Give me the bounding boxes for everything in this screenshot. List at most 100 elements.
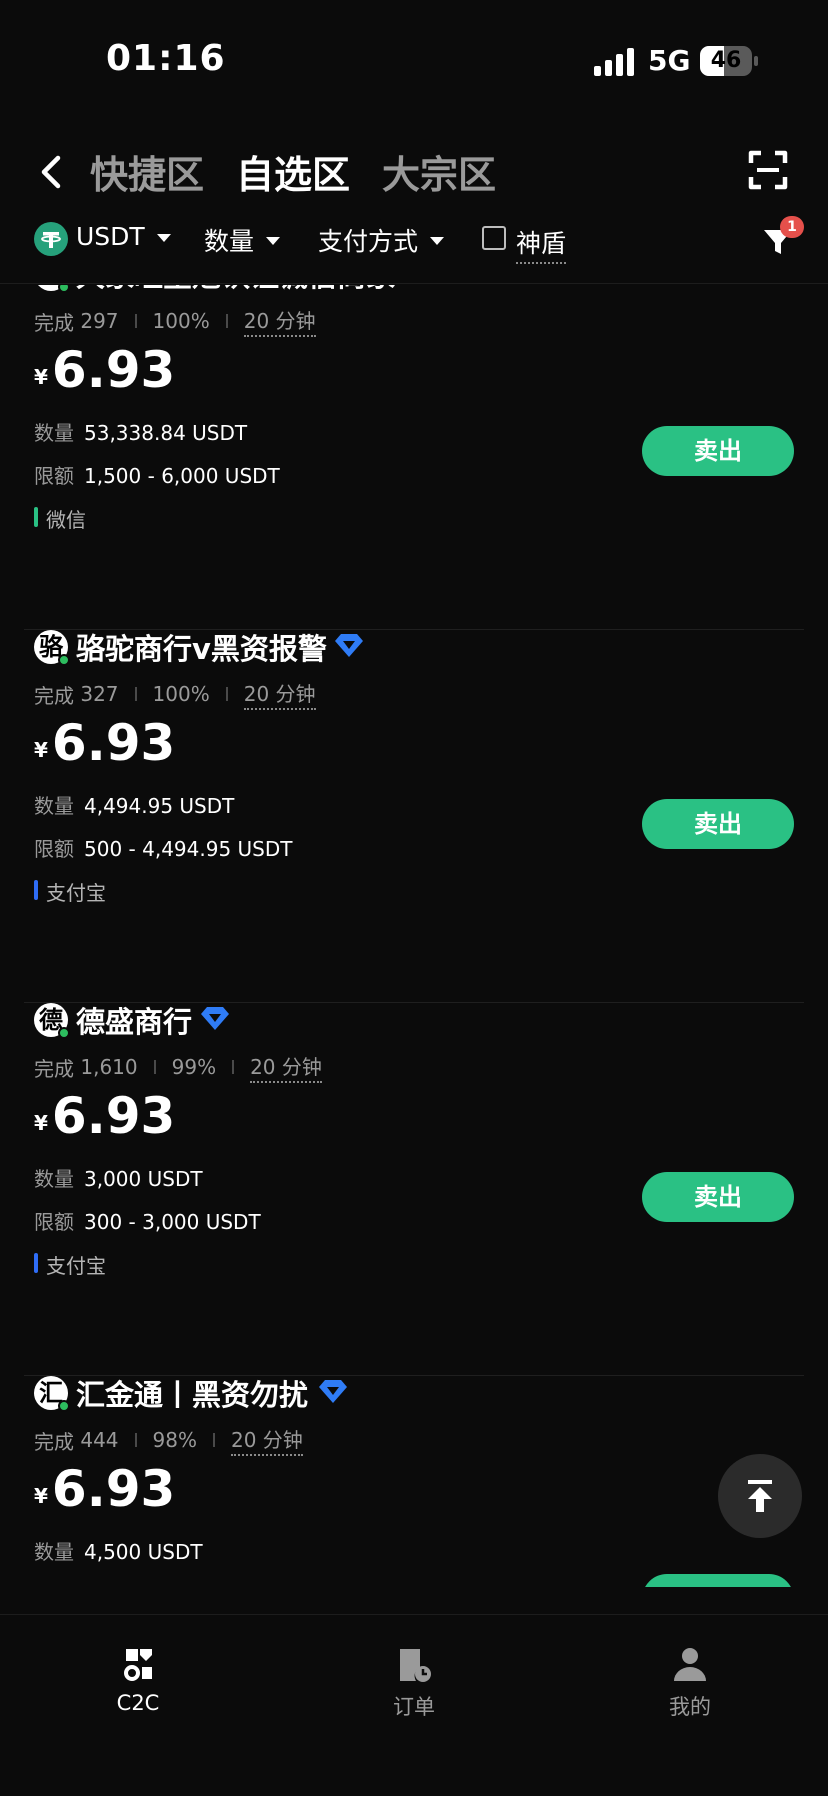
coin-selector[interactable]: USDT bbox=[76, 222, 171, 251]
payment-time[interactable]: 20 分钟 bbox=[243, 678, 316, 710]
nav-c2c[interactable]: C2C bbox=[68, 1645, 208, 1715]
quantity-row: 数量 4,500 USDT bbox=[34, 1536, 203, 1565]
battery-icon: 46 bbox=[700, 46, 758, 76]
quantity-value: 3,000 USDT bbox=[84, 1167, 203, 1191]
tab-quick[interactable]: 快捷区 bbox=[90, 144, 204, 199]
sell-button[interactable]: 卖出 bbox=[642, 799, 794, 849]
payment-color-bar bbox=[34, 1253, 38, 1273]
quantity-row: 数量 4,494.95 USDT bbox=[34, 790, 234, 819]
coin-label: USDT bbox=[76, 222, 145, 251]
payment-filter-label: 支付方式 bbox=[318, 227, 419, 256]
payment-method: 支付宝 bbox=[34, 1250, 106, 1279]
completion-rate: 100% bbox=[152, 682, 210, 706]
limit-label: 限额 bbox=[34, 464, 74, 488]
price: ¥ 6.93 bbox=[34, 714, 175, 772]
amount-filter[interactable]: 数量 bbox=[204, 222, 281, 258]
online-indicator bbox=[58, 285, 70, 293]
nav-profile[interactable]: 我的 bbox=[620, 1645, 760, 1721]
filter-count-badge: 1 bbox=[780, 216, 804, 238]
completed-label: 完成 bbox=[34, 310, 74, 335]
completed-count: 444 bbox=[80, 1428, 119, 1452]
payment-method-label: 微信 bbox=[46, 508, 86, 532]
payment-method-label: 支付宝 bbox=[46, 1254, 106, 1278]
limit-row: 限额 1,500 - 6,000 USDT bbox=[34, 460, 280, 489]
payment-time[interactable]: 20 分钟 bbox=[243, 305, 316, 337]
price: ¥ 6.93 bbox=[34, 1087, 175, 1145]
completed-count: 1,610 bbox=[80, 1055, 138, 1079]
merchant-stats: 完成 297 100% 20 分钟 bbox=[34, 305, 316, 337]
tab-bulk[interactable]: 大宗区 bbox=[382, 144, 496, 199]
quantity-row: 数量 53,338.84 USDT bbox=[34, 417, 247, 446]
back-arrow-icon[interactable] bbox=[32, 150, 72, 194]
nav-orders[interactable]: 订单 bbox=[344, 1645, 484, 1721]
payment-method-label: 支付宝 bbox=[46, 881, 106, 905]
profile-icon bbox=[674, 1648, 706, 1681]
nav-label: C2C bbox=[116, 1691, 160, 1715]
sell-button[interactable]: 卖出 bbox=[642, 426, 794, 476]
nav-label: 我的 bbox=[669, 1695, 711, 1719]
bottom-nav: C2C 订单 我的 bbox=[0, 1614, 828, 1796]
limit-value: 500 - 4,494.95 USDT bbox=[84, 837, 293, 861]
tab-custom[interactable]: 自选区 bbox=[236, 144, 350, 199]
merchant-stats: 完成 1,610 99% 20 分钟 bbox=[34, 1051, 322, 1083]
merchant-name[interactable]: 汇金通丨黑资勿扰 bbox=[76, 1372, 308, 1414]
completion-rate: 100% bbox=[152, 309, 210, 333]
network-type: 5G bbox=[648, 44, 691, 77]
quantity-label: 数量 bbox=[34, 421, 74, 445]
payment-filter[interactable]: 支付方式 bbox=[318, 222, 445, 258]
scroll-to-top-button[interactable] bbox=[718, 1454, 802, 1538]
merchant-name[interactable]: 骆驼商行v黑资报警 bbox=[76, 626, 327, 668]
quantity-row: 数量 3,000 USDT bbox=[34, 1163, 203, 1192]
currency-symbol: ¥ bbox=[34, 1484, 48, 1508]
scan-icon[interactable] bbox=[748, 150, 788, 190]
quantity-value: 4,494.95 USDT bbox=[84, 794, 235, 818]
payment-method: 微信 bbox=[34, 504, 86, 533]
merchant-name[interactable]: 德盛商行 bbox=[76, 999, 192, 1041]
diamond-badge-icon bbox=[201, 1007, 229, 1030]
diamond-badge-icon bbox=[335, 634, 363, 657]
merchant-name[interactable]: 大家旺皇冠认证诚信商家 bbox=[76, 285, 395, 295]
shield-checkbox[interactable] bbox=[482, 226, 506, 250]
currency-symbol: ¥ bbox=[34, 365, 48, 389]
price: ¥ 6.93 bbox=[34, 1460, 175, 1518]
limit-row: 限额 500 - 4,494.95 USDT bbox=[34, 833, 292, 862]
sell-button[interactable] bbox=[642, 1574, 794, 1587]
payment-time[interactable]: 20 分钟 bbox=[250, 1051, 322, 1083]
quantity-value: 4,500 USDT bbox=[84, 1540, 203, 1564]
limit-label: 限额 bbox=[34, 1210, 74, 1234]
price-value: 6.93 bbox=[51, 714, 176, 772]
chevron-down-icon bbox=[156, 233, 171, 242]
limit-label: 限额 bbox=[34, 837, 74, 861]
payment-color-bar bbox=[34, 507, 38, 527]
limit-row: 限额 300 - 3,000 USDT bbox=[34, 1206, 261, 1235]
completed-label: 完成 bbox=[34, 683, 74, 708]
sell-button[interactable]: 卖出 bbox=[642, 1172, 794, 1222]
status-bar: 01:16 5G 46 bbox=[0, 0, 828, 120]
tether-icon bbox=[34, 222, 68, 256]
merchant-list: 大 大家旺皇冠认证诚信商家 完成 297 100% 20 分钟 ¥ 6.93 数… bbox=[0, 285, 828, 1587]
diamond-badge-icon bbox=[319, 1380, 347, 1403]
price: ¥ 6.93 bbox=[34, 341, 175, 399]
payment-time[interactable]: 20 分钟 bbox=[231, 1424, 303, 1456]
quantity-label: 数量 bbox=[34, 1540, 74, 1564]
online-indicator bbox=[58, 1027, 70, 1039]
currency-symbol: ¥ bbox=[34, 1111, 48, 1135]
limit-value: 300 - 3,000 USDT bbox=[84, 1210, 261, 1234]
completion-rate: 98% bbox=[152, 1428, 197, 1452]
signal-icon bbox=[594, 48, 634, 76]
completed-label: 完成 bbox=[34, 1429, 74, 1454]
price-value: 6.93 bbox=[51, 1460, 176, 1518]
chevron-down-icon bbox=[266, 237, 281, 245]
online-indicator bbox=[58, 1400, 70, 1412]
payment-color-bar bbox=[34, 880, 38, 900]
completed-count: 327 bbox=[80, 682, 119, 706]
merchant-stats: 完成 444 98% 20 分钟 bbox=[34, 1424, 303, 1456]
quantity-value: 53,338.84 USDT bbox=[84, 421, 248, 445]
quantity-label: 数量 bbox=[34, 1167, 74, 1191]
shield-label[interactable]: 神盾 bbox=[516, 224, 567, 264]
order-icon bbox=[400, 1649, 431, 1682]
list-item: 大 大家旺皇冠认证诚信商家 完成 297 100% 20 分钟 ¥ 6.93 数… bbox=[0, 285, 828, 630]
battery-percent: 46 bbox=[710, 48, 742, 73]
completed-count: 297 bbox=[80, 309, 119, 333]
c2c-icon bbox=[124, 1649, 152, 1681]
